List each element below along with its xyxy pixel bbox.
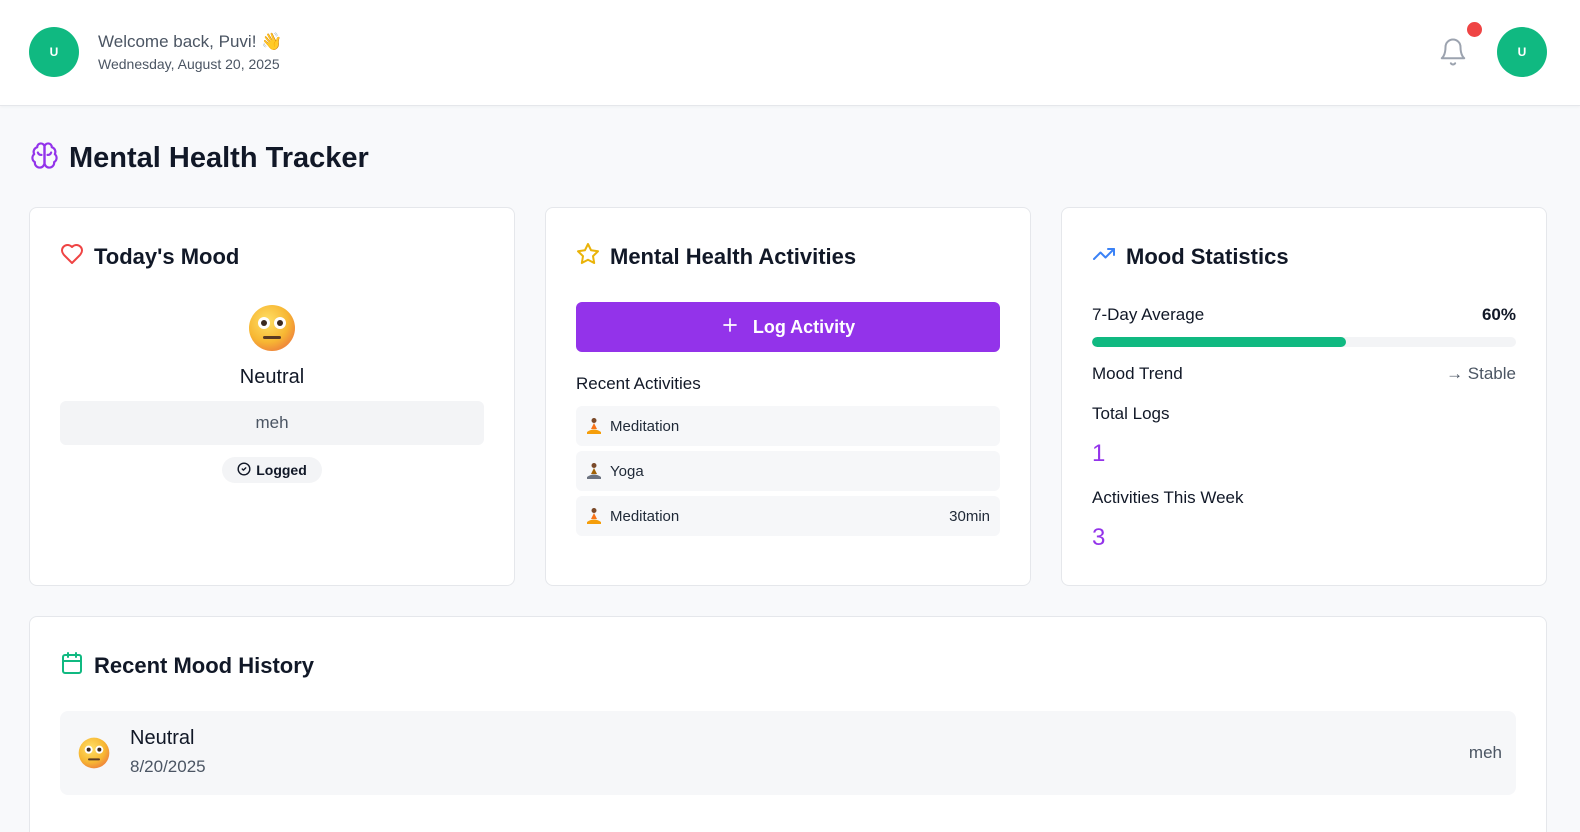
current-date: Wednesday, August 20, 2025 (98, 56, 280, 72)
history-date: 8/20/2025 (130, 757, 206, 776)
top-bar: U Welcome back, Puvi! 👋 Wednesday, Augus… (0, 0, 1580, 106)
plus-icon (721, 316, 739, 339)
profile-avatar[interactable]: U (1497, 27, 1547, 77)
star-icon (576, 242, 600, 271)
seven-day-average-value: 60% (1481, 305, 1516, 324)
meditation-icon (586, 507, 608, 525)
total-logs-label: Total Logs (1092, 404, 1170, 423)
calendar-icon (60, 651, 84, 680)
logged-badge: Logged (222, 457, 322, 483)
card-header: Recent Mood History (60, 651, 314, 680)
card-title: Mental Health Activities (610, 243, 857, 269)
page-title: Mental Health Tracker (30, 138, 369, 178)
todays-mood-card: Today's Mood Neutral meh Logged (29, 207, 515, 586)
progress-fill (1092, 337, 1347, 347)
check-circle-icon (237, 461, 251, 479)
card-header: Mental Health Activities (576, 242, 856, 271)
seven-day-average-label: 7-Day Average (1092, 305, 1205, 324)
mood-trend-value: → Stable (1446, 364, 1516, 383)
bell-icon[interactable] (1438, 36, 1468, 68)
log-activity-label: Log Activity (752, 316, 856, 337)
meditation-icon (586, 417, 608, 435)
trending-up-icon (1092, 242, 1116, 271)
activities-week-label: Activities This Week (1092, 488, 1244, 507)
history-mood: Neutral (130, 727, 195, 749)
logged-label: Logged (256, 462, 307, 478)
activity-item[interactable]: Yoga (576, 451, 1000, 491)
activity-name: Meditation (610, 417, 680, 435)
welcome-message: Welcome back, Puvi! 👋 (98, 32, 283, 51)
avatar-initial: U (49, 45, 59, 59)
total-logs-value: 1 (1092, 440, 1106, 467)
mood-note: meh (60, 401, 484, 445)
activity-duration: 30min (949, 507, 990, 525)
card-title: Mood Statistics (1126, 243, 1289, 269)
log-activity-button[interactable]: Log Activity (576, 302, 1000, 352)
mood-statistics-card: Mood Statistics 7-Day Average 60% Mood T… (1061, 207, 1547, 586)
neutral-face-icon (78, 737, 110, 769)
card-title: Today's Mood (94, 243, 240, 269)
heart-icon (60, 242, 84, 271)
activity-item[interactable]: Meditation (576, 406, 1000, 446)
card-title: Recent Mood History (94, 652, 315, 678)
card-header: Mood Statistics (1092, 242, 1289, 271)
avatar-initial: U (1517, 45, 1527, 59)
activities-week-value: 3 (1092, 524, 1106, 551)
neutral-face-icon (248, 304, 296, 352)
seven-day-average-bar (1092, 337, 1516, 347)
mood-label: Neutral (239, 366, 305, 388)
activity-item[interactable]: Meditation 30min (576, 496, 1000, 536)
user-avatar[interactable]: U (29, 27, 79, 77)
mood-trend-label: Mood Trend (1092, 364, 1183, 383)
card-header: Today's Mood (60, 242, 239, 271)
activity-name: Yoga (610, 462, 644, 480)
page-title-text: Mental Health Tracker (69, 141, 369, 174)
activities-card: Mental Health Activities Log Activity Re… (545, 207, 1031, 586)
recent-activities-heading: Recent Activities (576, 374, 701, 393)
notification-dot (1467, 22, 1482, 37)
mood-history-entry[interactable]: Neutral 8/20/2025 meh (60, 711, 1516, 795)
meditation-icon (586, 462, 608, 480)
brain-icon (30, 141, 59, 175)
activity-name: Meditation (610, 507, 680, 525)
mood-history-card: Recent Mood History Neutral 8/20/2025 me… (29, 616, 1547, 832)
history-note: meh (1468, 743, 1502, 762)
